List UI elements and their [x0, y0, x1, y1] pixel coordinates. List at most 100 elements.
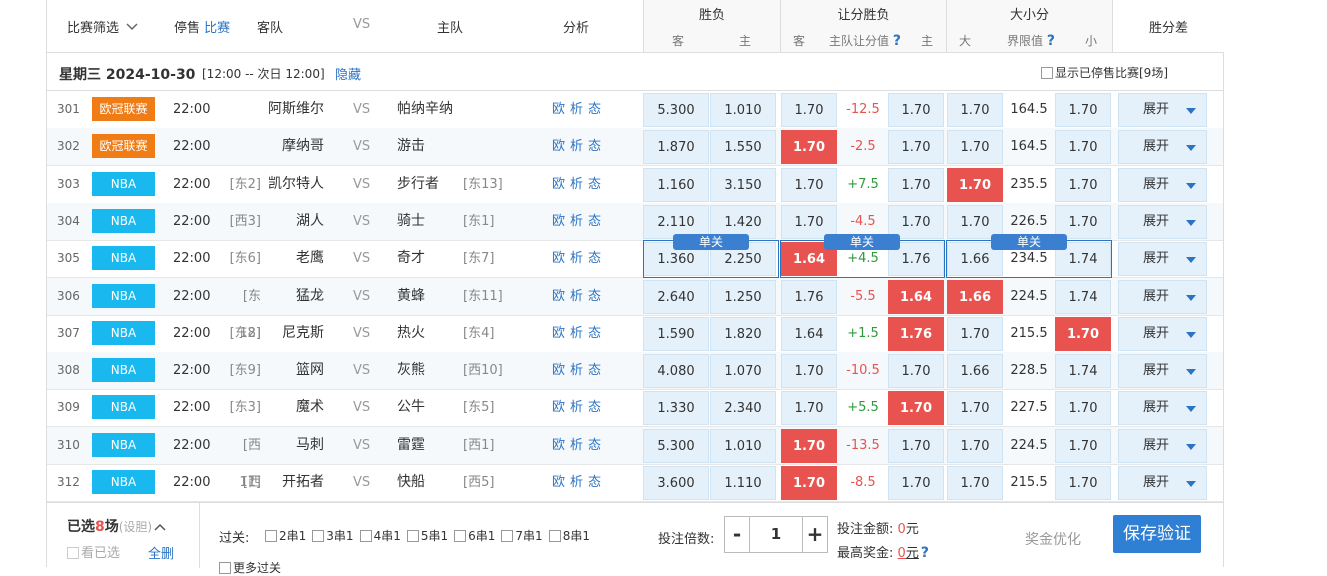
away-team[interactable]: 摩纳哥 — [247, 128, 324, 165]
league-badge[interactable]: NBA — [92, 171, 155, 196]
odds-sf-a[interactable]: 1.330 — [643, 391, 709, 426]
pass-option-checkbox[interactable] — [548, 530, 561, 542]
filter-dropdown[interactable]: 比赛筛选 — [67, 17, 138, 36]
expand-button[interactable]: 展开 — [1118, 466, 1207, 500]
odds-sf-a[interactable]: 2.640 — [643, 279, 709, 314]
analysis-link[interactable]: 析 — [570, 214, 583, 229]
odds-dx-s[interactable]: 1.70 — [1055, 167, 1111, 202]
expand-button[interactable]: 展开 — [1118, 279, 1207, 314]
expand-button[interactable]: 展开 — [1118, 354, 1207, 389]
more-pass-checkbox[interactable] — [219, 562, 231, 574]
odds-sf-h[interactable]: 1.010 — [710, 428, 776, 463]
away-team[interactable]: 凯尔特人 — [247, 166, 324, 203]
analysis-link[interactable]: 析 — [570, 139, 583, 154]
away-team[interactable]: 开拓者 — [247, 464, 324, 501]
league-badge[interactable]: NBA — [92, 470, 155, 494]
odds-rf-a[interactable]: 1.76 — [781, 279, 837, 314]
expand-button[interactable]: 展开 — [1118, 93, 1207, 127]
analysis-link[interactable]: 析 — [570, 438, 583, 453]
odds-rf-a[interactable]: 1.70 — [781, 354, 837, 389]
league-badge[interactable]: NBA — [92, 395, 155, 420]
odds-rf-h[interactable]: 1.70 — [888, 428, 944, 463]
home-team[interactable]: 快船 — [397, 464, 425, 501]
home-team[interactable]: 雷霆 — [397, 427, 425, 464]
odds-rf-a[interactable]: 1.70 — [781, 391, 837, 426]
help-icon[interactable]: ? — [921, 545, 929, 561]
pass-option[interactable]: 6串1 — [454, 529, 495, 543]
odds-sf-a[interactable]: 4.080 — [643, 354, 709, 389]
expand-button[interactable]: 展开 — [1118, 204, 1207, 239]
analysis-link[interactable]: 析 — [570, 475, 583, 490]
odds-link[interactable]: 欧 — [552, 177, 565, 192]
trend-link[interactable]: 态 — [588, 400, 601, 415]
stopped-matches-link[interactable]: 比赛 — [204, 21, 230, 36]
pass-option-checkbox[interactable] — [454, 530, 467, 542]
analysis-link[interactable]: 析 — [570, 251, 583, 266]
away-team[interactable]: 阿斯维尔 — [247, 91, 324, 128]
home-team[interactable]: 奇才 — [397, 240, 425, 277]
analysis-link[interactable]: 析 — [570, 326, 583, 341]
odds-sf-a[interactable]: 1.590 — [643, 316, 709, 351]
odds-sf-h[interactable]: 2.340 — [710, 391, 776, 426]
odds-dx-b[interactable]: 1.70 — [947, 93, 1003, 127]
pass-option-checkbox[interactable] — [501, 530, 514, 542]
odds-sf-h[interactable]: 1.110 — [710, 466, 776, 500]
odds-dx-s[interactable]: 1.70 — [1055, 428, 1111, 463]
trend-link[interactable]: 态 — [588, 102, 601, 117]
pass-option[interactable]: 7串1 — [501, 529, 543, 543]
expand-button[interactable]: 展开 — [1118, 391, 1207, 426]
home-team[interactable]: 帕纳辛纳 — [397, 91, 453, 128]
view-selected-checkbox[interactable] — [67, 547, 79, 559]
home-team[interactable]: 游击 — [397, 128, 425, 165]
analysis-link[interactable]: 析 — [570, 363, 583, 378]
league-badge[interactable]: NBA — [92, 358, 155, 383]
view-selected-toggle[interactable]: 看已选 — [67, 542, 120, 561]
show-stopped-toggle[interactable]: 显示已停售比赛[9场] — [1041, 64, 1168, 81]
home-team[interactable]: 灰熊 — [397, 352, 425, 389]
pass-option-checkbox[interactable] — [406, 530, 419, 542]
trend-link[interactable]: 态 — [588, 214, 601, 229]
odds-dx-s[interactable]: 1.70 — [1055, 316, 1111, 351]
odds-sf-h[interactable]: 1.550 — [710, 130, 776, 165]
trend-link[interactable]: 态 — [588, 475, 601, 490]
odds-link[interactable]: 欧 — [552, 214, 565, 229]
odds-sf-a[interactable]: 1.870 — [643, 130, 709, 165]
league-badge[interactable]: NBA — [92, 320, 155, 345]
odds-dx-s[interactable]: 1.70 — [1055, 391, 1111, 426]
odds-dx-b[interactable]: 1.70 — [947, 316, 1003, 351]
expand-button[interactable]: 展开 — [1118, 242, 1207, 277]
analysis-link[interactable]: 析 — [570, 177, 583, 192]
league-badge[interactable]: NBA — [92, 432, 155, 457]
odds-dx-b[interactable]: 1.66 — [947, 354, 1003, 389]
odds-rf-h[interactable]: 1.70 — [888, 130, 944, 165]
odds-rf-h[interactable]: 1.76 — [888, 316, 944, 351]
odds-rf-a[interactable]: 1.70 — [781, 466, 837, 500]
odds-dx-b[interactable]: 1.66 — [947, 279, 1003, 314]
prize-optimize-button[interactable]: 奖金优化 — [1025, 529, 1081, 549]
league-badge[interactable]: NBA — [92, 283, 155, 308]
odds-dx-s[interactable]: 1.74 — [1055, 279, 1111, 314]
expand-button[interactable]: 展开 — [1118, 167, 1207, 202]
odds-rf-h[interactable]: 1.70 — [888, 167, 944, 202]
pass-option-checkbox[interactable] — [265, 530, 277, 542]
odds-dx-b[interactable]: 1.70 — [947, 167, 1003, 202]
minus-button[interactable]: - — [725, 517, 750, 552]
expand-button[interactable]: 展开 — [1118, 428, 1207, 463]
home-team[interactable]: 骑士 — [397, 203, 425, 240]
odds-sf-a[interactable]: 5.300 — [643, 428, 709, 463]
pass-option-checkbox[interactable] — [312, 530, 325, 542]
odds-link[interactable]: 欧 — [552, 102, 565, 117]
league-badge[interactable]: 欧冠联赛 — [92, 134, 155, 159]
pass-option[interactable]: 4串1 — [359, 529, 401, 543]
pass-option[interactable]: 8串1 — [548, 529, 590, 543]
odds-link[interactable]: 欧 — [552, 475, 565, 490]
pass-option[interactable]: 5串1 — [406, 529, 448, 543]
odds-link[interactable]: 欧 — [552, 363, 565, 378]
max-prize-value[interactable]: 0 — [898, 546, 906, 561]
trend-link[interactable]: 态 — [588, 139, 601, 154]
pass-option[interactable]: 2串1 — [265, 529, 306, 543]
odds-dx-s[interactable]: 1.74 — [1055, 354, 1111, 389]
away-team[interactable]: 猛龙 — [247, 278, 324, 315]
plus-button[interactable]: + — [802, 517, 827, 552]
odds-sf-a[interactable]: 1.160 — [643, 167, 709, 202]
